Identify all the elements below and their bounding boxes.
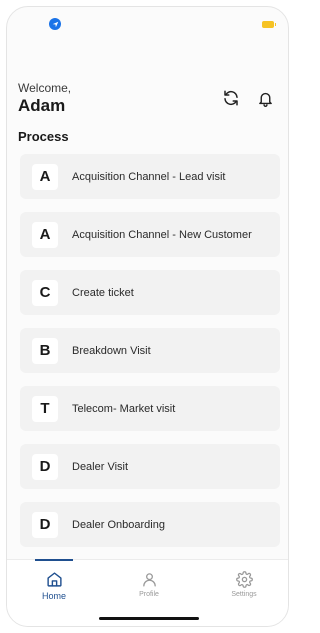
process-letter-badge: C xyxy=(32,279,58,306)
tab-profile[interactable]: Profile xyxy=(119,566,179,598)
status-bar xyxy=(7,7,288,41)
phone-screen: Welcome, Adam Process A Acquisition Chan… xyxy=(6,6,289,627)
battery-icon xyxy=(262,21,276,28)
tab-settings[interactable]: Settings xyxy=(214,566,274,598)
process-item[interactable]: C Create ticket xyxy=(20,270,280,315)
gear-icon xyxy=(214,571,274,589)
tab-label: Home xyxy=(41,591,66,601)
bottom-tab-bar: Home Profile Settings xyxy=(7,559,288,626)
process-label: Telecom- Market visit xyxy=(72,402,176,415)
tab-label: Settings xyxy=(231,591,257,598)
process-label: Acquisition Channel - Lead visit xyxy=(72,170,226,183)
process-list: A Acquisition Channel - Lead visit A Acq… xyxy=(20,154,280,560)
process-item[interactable]: A Acquisition Channel - Lead visit xyxy=(20,154,280,199)
process-item[interactable]: D Dealer Onboarding xyxy=(20,502,280,547)
header: Welcome, Adam xyxy=(18,81,276,121)
process-label: Create ticket xyxy=(72,286,134,299)
process-letter-badge: D xyxy=(32,511,58,538)
process-letter-badge: B xyxy=(32,337,58,364)
process-label: Dealer Onboarding xyxy=(72,518,165,531)
refresh-icon[interactable] xyxy=(220,87,242,109)
tab-label: Profile xyxy=(139,591,159,598)
home-icon xyxy=(24,571,84,589)
active-tab-indicator xyxy=(35,559,73,561)
process-letter-badge: A xyxy=(32,221,58,248)
section-title: Process xyxy=(18,129,69,144)
bell-icon[interactable] xyxy=(254,87,276,109)
process-item[interactable]: T Telecom- Market visit xyxy=(20,386,280,431)
process-letter-badge: T xyxy=(32,395,58,422)
process-item[interactable]: A Acquisition Channel - New Customer xyxy=(20,212,280,257)
process-item[interactable]: D Dealer Visit xyxy=(20,444,280,489)
user-icon xyxy=(119,571,179,589)
process-label: Breakdown Visit xyxy=(72,344,151,357)
process-letter-badge: D xyxy=(32,453,58,480)
location-arrow-icon xyxy=(49,18,61,30)
process-letter-badge: A xyxy=(32,163,58,190)
process-item[interactable]: B Breakdown Visit xyxy=(20,328,280,373)
home-indicator-bar xyxy=(99,617,199,620)
process-label: Dealer Visit xyxy=(72,460,129,473)
tab-home[interactable]: Home xyxy=(24,566,84,601)
header-actions xyxy=(220,87,276,109)
process-label: Acquisition Channel - New Customer xyxy=(72,228,252,241)
